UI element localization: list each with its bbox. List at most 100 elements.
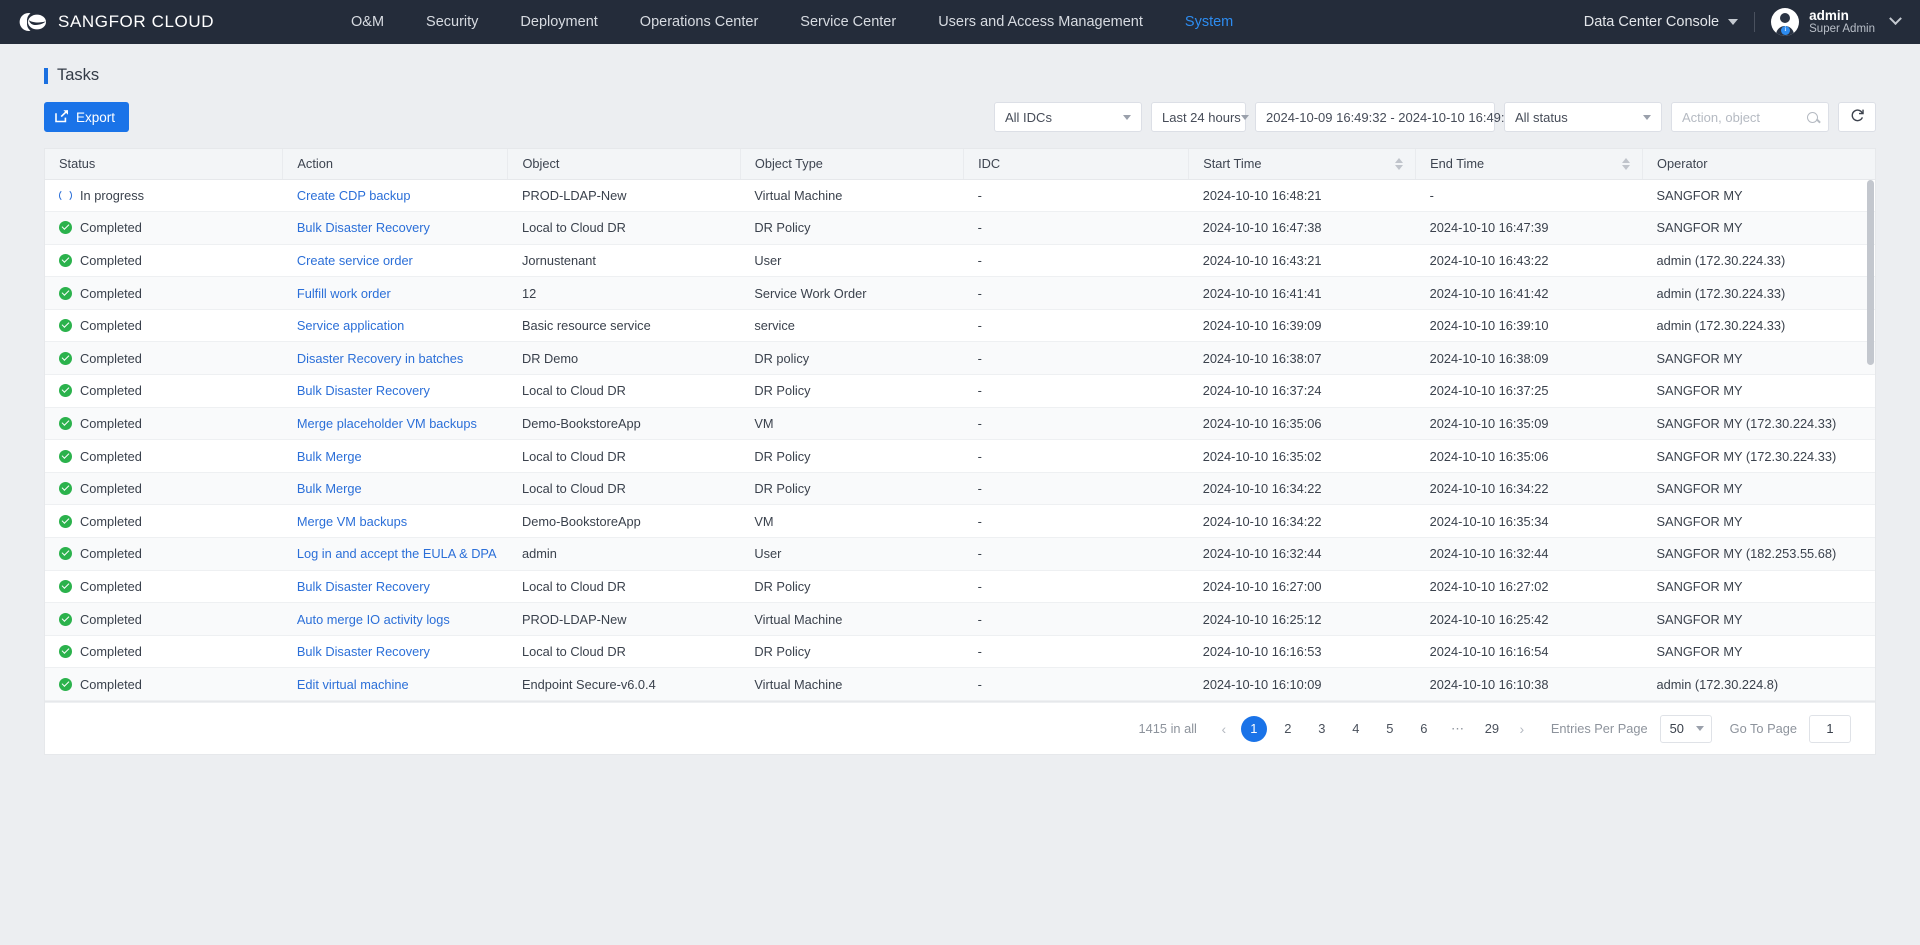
nav-item-operations-center[interactable]: Operations Center bbox=[619, 0, 779, 44]
date-range-value: 2024-10-09 16:49:32 - 2024-10-10 16:49:3… bbox=[1266, 109, 1519, 125]
cell-end-time: 2024-10-10 16:32:44 bbox=[1415, 537, 1643, 571]
cell-idc: - bbox=[963, 341, 1189, 376]
table-row[interactable]: In progress Create CDP backup PROD-LDAP-Ne… bbox=[45, 179, 1875, 213]
toolbar: Export All IDCs Last 24 hours 2024-10-09… bbox=[44, 102, 1876, 132]
nav-item-security[interactable]: Security bbox=[405, 0, 499, 44]
sort-toggle-end-time[interactable] bbox=[1622, 156, 1631, 172]
top-navigation-bar: SANGFOR CLOUD O&M Security Deployment Op… bbox=[0, 0, 1920, 44]
table-row[interactable]: Completed Service application Basic resour… bbox=[45, 309, 1875, 343]
cell-end-time: 2024-10-10 16:34:22 bbox=[1415, 472, 1643, 506]
main-nav-menu: O&M Security Deployment Operations Cente… bbox=[330, 0, 1254, 44]
cell-object-type: DR Policy bbox=[740, 635, 964, 669]
action-link[interactable]: Fulfill work order bbox=[297, 286, 391, 301]
time-range-select[interactable]: Last 24 hours bbox=[1151, 102, 1249, 132]
cell-idc: - bbox=[963, 374, 1189, 408]
cell-status: Completed bbox=[45, 244, 283, 278]
table-vertical-scrollbar[interactable] bbox=[1867, 180, 1874, 365]
user-menu[interactable]: admin Super Admin bbox=[1771, 8, 1906, 37]
table-row[interactable]: Completed Merge placeholder VM backups Dem… bbox=[45, 407, 1875, 441]
go-to-page-input[interactable] bbox=[1809, 714, 1851, 743]
nav-item-deployment[interactable]: Deployment bbox=[499, 0, 618, 44]
table-row[interactable]: Completed Create service order Jornustenan… bbox=[45, 244, 1875, 278]
status-label: Completed bbox=[80, 252, 142, 268]
search-input[interactable]: Action, object bbox=[1682, 110, 1807, 125]
column-header-action[interactable]: Action bbox=[282, 149, 509, 180]
refresh-button[interactable] bbox=[1838, 102, 1876, 132]
cell-action: Log in and accept the EULA & DPA bbox=[282, 537, 508, 571]
table-row[interactable]: Completed Bulk Disaster Recovery Local to … bbox=[45, 570, 1875, 604]
column-header-idc[interactable]: IDC bbox=[963, 149, 1190, 180]
page-button-1[interactable]: 1 bbox=[1240, 715, 1267, 742]
status-label: Completed bbox=[80, 644, 142, 660]
page-button-3[interactable]: 3 bbox=[1309, 716, 1335, 742]
action-link[interactable]: Bulk Disaster Recovery bbox=[297, 644, 430, 659]
search-icon[interactable] bbox=[1807, 111, 1818, 123]
user-name: admin bbox=[1809, 7, 1849, 23]
page-button-29[interactable]: 29 bbox=[1479, 716, 1505, 742]
action-link[interactable]: Bulk Disaster Recovery bbox=[297, 220, 430, 235]
action-link[interactable]: Bulk Disaster Recovery bbox=[297, 383, 430, 398]
table-row[interactable]: Completed Bulk Merge Local to Cloud DR DR P… bbox=[45, 472, 1875, 506]
page-button-4[interactable]: 4 bbox=[1343, 716, 1369, 742]
action-link[interactable]: Service application bbox=[297, 318, 404, 333]
column-header-object[interactable]: Object bbox=[507, 149, 741, 180]
prev-page-button[interactable]: ‹ bbox=[1211, 716, 1237, 742]
cell-operator: admin (172.30.224.33) bbox=[1642, 244, 1875, 278]
table-row[interactable]: Completed Auto merge IO activity logs PROD… bbox=[45, 602, 1875, 636]
page-button-6[interactable]: 6 bbox=[1411, 716, 1437, 742]
action-link[interactable]: Merge placeholder VM backups bbox=[297, 416, 477, 431]
cell-action: Bulk Merge bbox=[282, 472, 508, 506]
action-link[interactable]: Log in and accept the EULA & DPA bbox=[297, 546, 497, 561]
action-link[interactable]: Bulk Disaster Recovery bbox=[297, 579, 430, 594]
cell-object: Basic resource service bbox=[507, 309, 741, 343]
table-row[interactable]: Completed Bulk Disaster Recovery Local to … bbox=[45, 211, 1875, 245]
column-header-operator[interactable]: Operator bbox=[1642, 149, 1875, 180]
next-page-button[interactable]: › bbox=[1509, 716, 1535, 742]
brand[interactable]: SANGFOR CLOUD bbox=[0, 9, 330, 35]
column-header-end-time[interactable]: End Time bbox=[1415, 149, 1644, 180]
cell-status: Completed bbox=[45, 570, 283, 604]
column-header-object-type[interactable]: Object Type bbox=[740, 149, 965, 180]
page-button-2[interactable]: 2 bbox=[1275, 716, 1301, 742]
nav-item-om[interactable]: O&M bbox=[330, 0, 405, 44]
nav-item-system[interactable]: System bbox=[1164, 0, 1254, 44]
console-selector[interactable]: Data Center Console bbox=[1584, 14, 1754, 30]
action-link[interactable]: Bulk Merge bbox=[297, 481, 362, 496]
column-header-start-time[interactable]: Start Time bbox=[1188, 149, 1417, 180]
table-row[interactable]: Completed Disaster Recovery in batches DR … bbox=[45, 341, 1875, 376]
cell-action: Bulk Disaster Recovery bbox=[282, 635, 508, 669]
table-row[interactable]: Completed Bulk Disaster Recovery Local to … bbox=[45, 635, 1875, 669]
action-link[interactable]: Disaster Recovery in batches bbox=[297, 351, 463, 366]
page-title: Tasks bbox=[57, 66, 100, 84]
action-link[interactable]: Create service order bbox=[297, 253, 413, 268]
cell-object-type: DR Policy bbox=[740, 570, 964, 604]
cell-start-time: 2024-10-10 16:43:21 bbox=[1188, 244, 1416, 278]
idc-filter-select[interactable]: All IDCs bbox=[994, 102, 1142, 132]
cell-end-time: 2024-10-10 16:10:38 bbox=[1415, 667, 1643, 701]
sort-toggle-start-time[interactable] bbox=[1395, 156, 1404, 172]
table-row[interactable]: Completed Fulfill work order 12 Service Wor… bbox=[45, 276, 1875, 310]
nav-item-users-and-access-management[interactable]: Users and Access Management bbox=[917, 0, 1164, 44]
search-field[interactable]: Action, object bbox=[1671, 102, 1829, 132]
cell-status: Completed bbox=[45, 341, 283, 376]
page-title-row: Tasks bbox=[0, 44, 1920, 85]
table-row[interactable]: Completed Edit virtual machine Endpoint Se… bbox=[45, 667, 1875, 701]
action-link[interactable]: Create CDP backup bbox=[297, 188, 411, 203]
date-range-picker[interactable]: 2024-10-09 16:49:32 - 2024-10-10 16:49:3… bbox=[1255, 102, 1534, 132]
table-row[interactable]: Completed Bulk Merge Local to Cloud DR DR P… bbox=[45, 439, 1875, 473]
table-row[interactable]: Completed Log in and accept the EULA & DP… bbox=[45, 537, 1875, 571]
action-link[interactable]: Bulk Merge bbox=[297, 449, 362, 464]
table-row[interactable]: Completed Merge VM backups Demo-BookstoreA… bbox=[45, 504, 1875, 539]
nav-item-service-center[interactable]: Service Center bbox=[779, 0, 917, 44]
action-link[interactable]: Edit virtual machine bbox=[297, 677, 409, 692]
entries-per-page-select[interactable]: 50 bbox=[1659, 714, 1712, 743]
action-link[interactable]: Auto merge IO activity logs bbox=[297, 612, 450, 627]
export-button[interactable]: Export bbox=[44, 102, 130, 132]
column-header-status[interactable]: Status bbox=[45, 149, 284, 180]
completed-icon bbox=[59, 547, 72, 561]
cell-object: DR Demo bbox=[507, 341, 741, 376]
status-filter-select[interactable]: All status bbox=[1504, 102, 1662, 132]
table-row[interactable]: Completed Bulk Disaster Recovery Local to … bbox=[45, 374, 1875, 408]
action-link[interactable]: Merge VM backups bbox=[297, 514, 407, 529]
page-button-5[interactable]: 5 bbox=[1377, 716, 1403, 742]
